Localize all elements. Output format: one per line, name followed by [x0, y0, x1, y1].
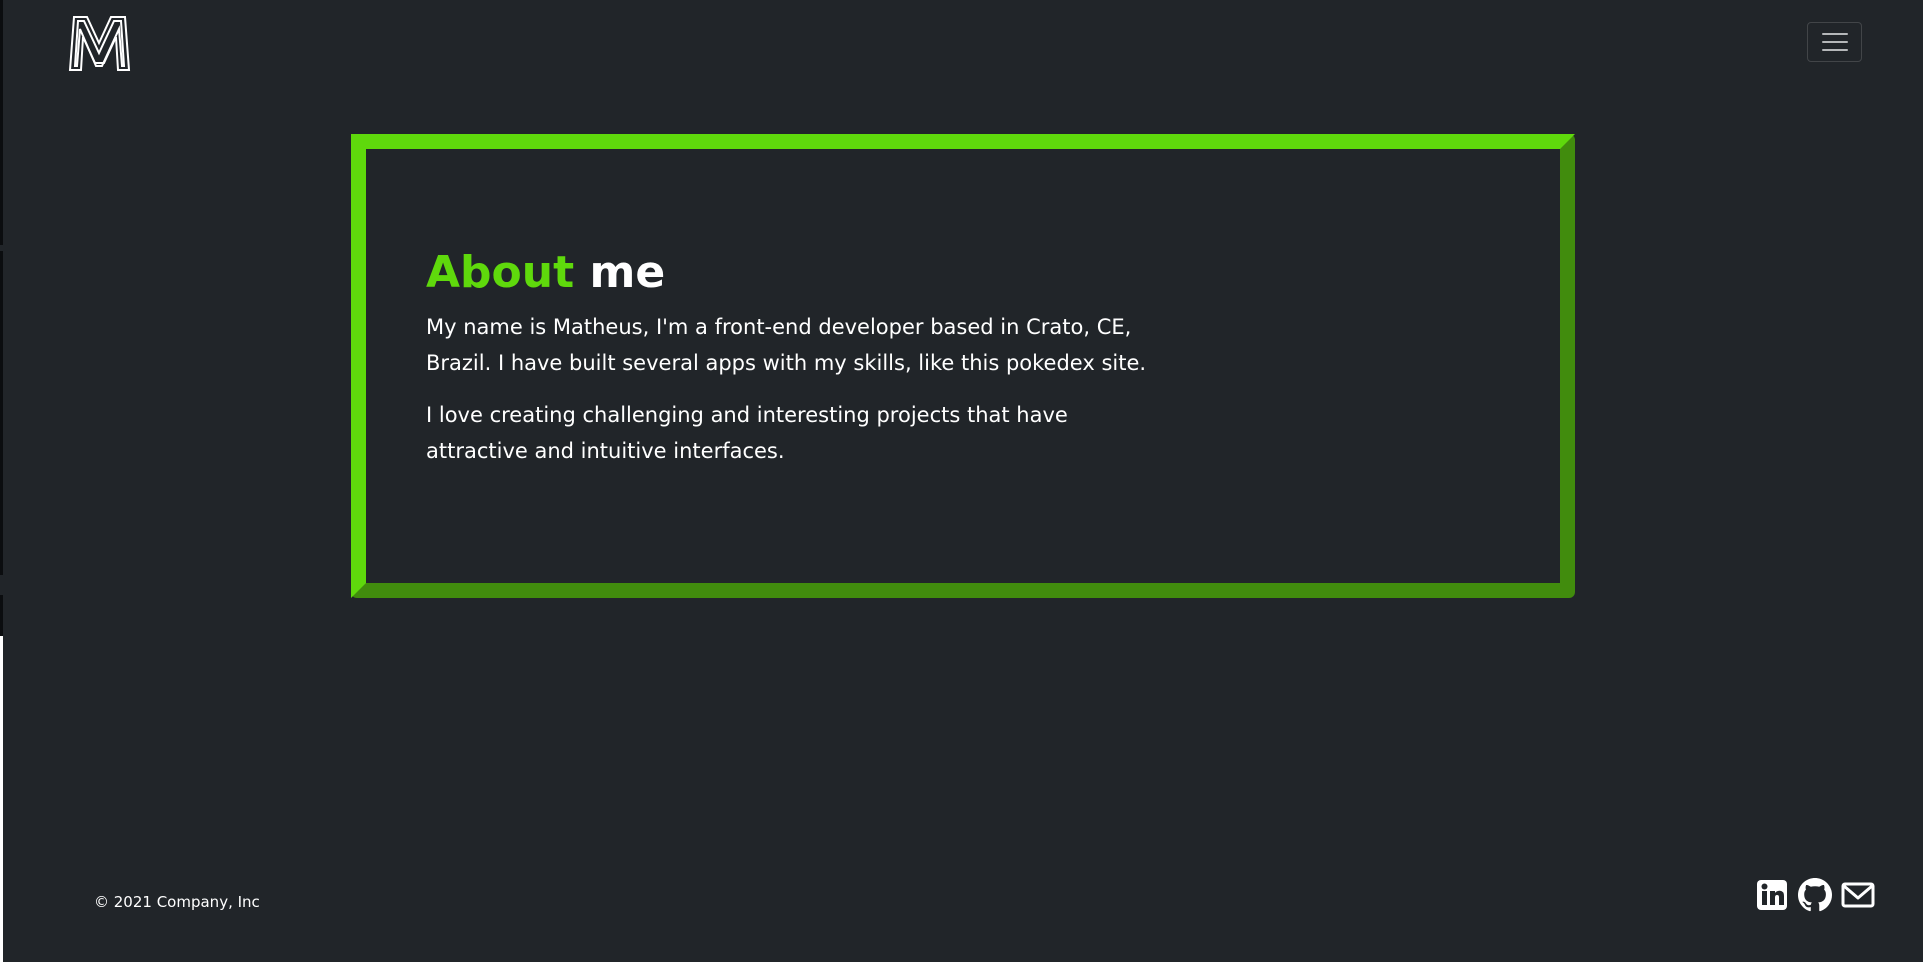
hamburger-menu-icon	[1821, 33, 1848, 51]
linkedin-link[interactable]	[1755, 878, 1789, 912]
window-left-edge	[0, 0, 3, 962]
github-link[interactable]	[1798, 878, 1832, 912]
home-logo-link[interactable]	[68, 15, 131, 72]
about-title: About me	[426, 247, 1186, 299]
copyright-text: © 2021 Company, Inc	[94, 893, 260, 911]
linkedin-icon	[1757, 880, 1787, 910]
email-link[interactable]	[1841, 878, 1875, 912]
about-paragraph-2: I love creating challenging and interest…	[426, 403, 1068, 463]
about-title-accent: About	[426, 247, 575, 298]
about-title-rest: me	[589, 247, 666, 298]
menu-toggle-button[interactable]	[1807, 22, 1862, 62]
about-content: About me My name is Matheus, I'm a front…	[426, 247, 1186, 469]
about-paragraph-1: My name is Matheus, I'm a front-end deve…	[426, 315, 1147, 375]
m-logo-icon	[68, 16, 131, 71]
github-icon	[1798, 878, 1832, 912]
email-icon	[1841, 882, 1875, 908]
about-card: About me My name is Matheus, I'm a front…	[351, 134, 1575, 598]
